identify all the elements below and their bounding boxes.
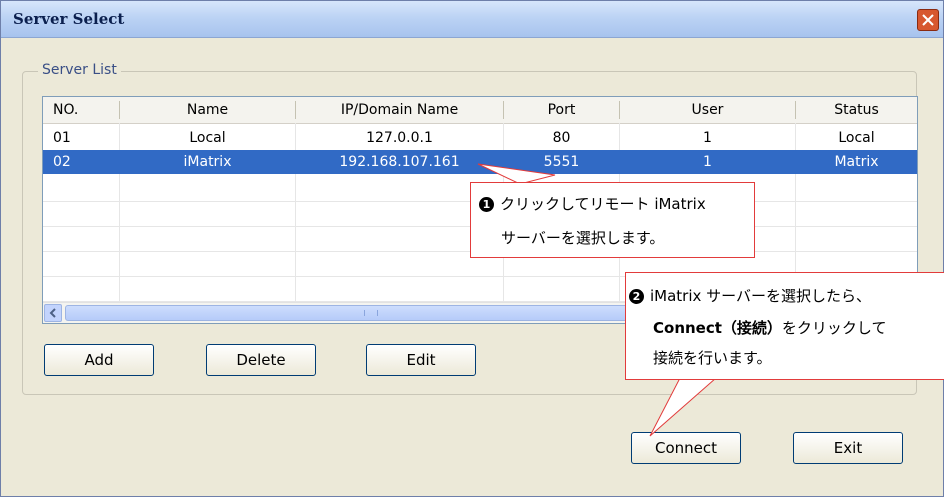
callout-2-line-1: iMatrix サーバーを選択したら、: [650, 287, 872, 305]
callout-connect: 2 iMatrix サーバーを選択したら、 Connect（接続）をクリックして …: [625, 272, 944, 380]
step-1-badge: 1: [479, 197, 494, 212]
callout-1-line-2: サーバーを選択します。: [501, 229, 665, 247]
callout-select-server: 1 クリックしてリモート iMatrix サーバーを選択します。: [470, 182, 755, 258]
callout-2-line-3: 接続を行います。: [653, 349, 772, 367]
callout-2-connect-label: Connect（接続）: [653, 319, 782, 337]
callout-2-line-2: をクリックして: [781, 319, 887, 337]
callout-1-line-1: クリックしてリモート iMatrix: [500, 195, 706, 213]
step-2-badge: 2: [629, 289, 644, 304]
